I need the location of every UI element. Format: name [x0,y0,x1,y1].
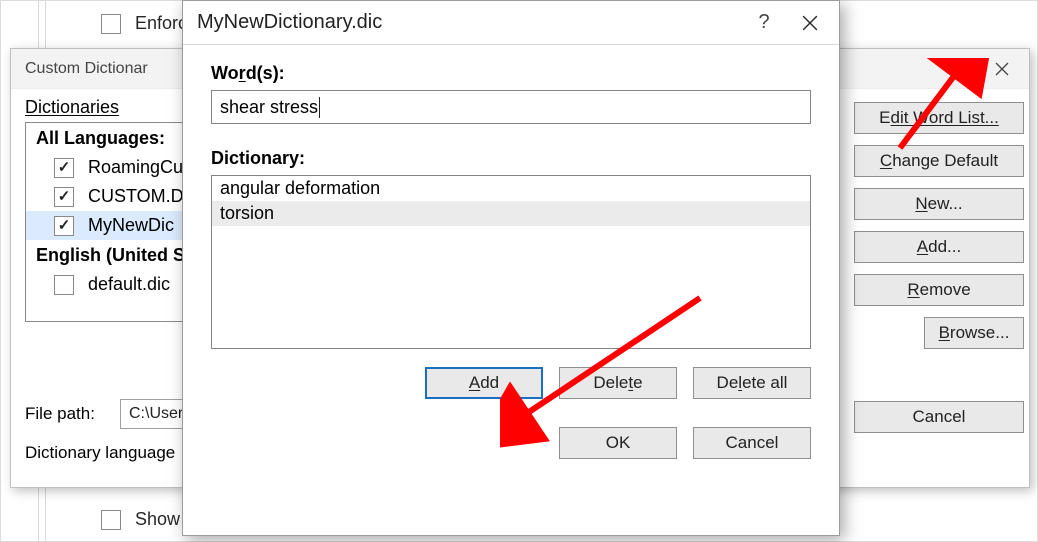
close-icon[interactable] [787,3,833,43]
checkbox-icon[interactable] [54,275,74,295]
checkbox-icon[interactable] [54,158,74,178]
change-default-button[interactable]: Change Default [854,145,1024,177]
checkbox-icon[interactable] [54,216,74,236]
edit-dictionary-title: MyNewDictionary.dic [197,11,382,34]
show-checkbox-row[interactable]: Show [101,509,180,530]
show-checkbox[interactable] [101,510,121,530]
show-label: Show [135,509,180,530]
word-input[interactable]: shear stress [211,90,811,124]
cancel-button[interactable]: Cancel [693,427,811,459]
add-word-button[interactable]: Add [425,367,543,399]
custom-dict-buttons: Edit Word List... Change Default New... … [854,102,1024,433]
new-button[interactable]: New... [854,188,1024,220]
checkbox-icon[interactable] [54,187,74,207]
help-icon[interactable]: ? [741,3,787,43]
edit-dictionary-dialog: MyNewDictionary.dic ? Word(s): shear str… [182,0,840,536]
enforce-checkbox-row[interactable]: Enforc [101,13,187,34]
edit-word-list-button[interactable]: Edit Word List... [854,102,1024,134]
dictionary-entries-listbox[interactable]: angular deformation torsion [211,175,811,349]
list-item[interactable]: torsion [212,201,810,226]
enforce-label: Enforc [135,13,187,34]
custom-dictionaries-title: Custom Dictionar [25,60,148,78]
delete-word-button[interactable]: Delete [559,367,677,399]
enforce-checkbox[interactable] [101,14,121,34]
delete-all-button[interactable]: Delete all [693,367,811,399]
list-item[interactable]: angular deformation [212,176,810,201]
word-field-label: Word(s): [211,63,811,84]
add-dict-button[interactable]: Add... [854,231,1024,263]
remove-button[interactable]: Remove [854,274,1024,306]
help-icon[interactable]: ? [933,49,979,89]
close-icon[interactable] [979,49,1025,89]
browse-button[interactable]: Browse... [924,317,1024,349]
file-path-label: File path: [25,404,120,424]
dictionary-list-label: Dictionary: [211,148,811,169]
cancel-custom-button[interactable]: Cancel [854,401,1024,433]
ok-button[interactable]: OK [559,427,677,459]
edit-dictionary-titlebar: MyNewDictionary.dic ? [183,1,839,45]
